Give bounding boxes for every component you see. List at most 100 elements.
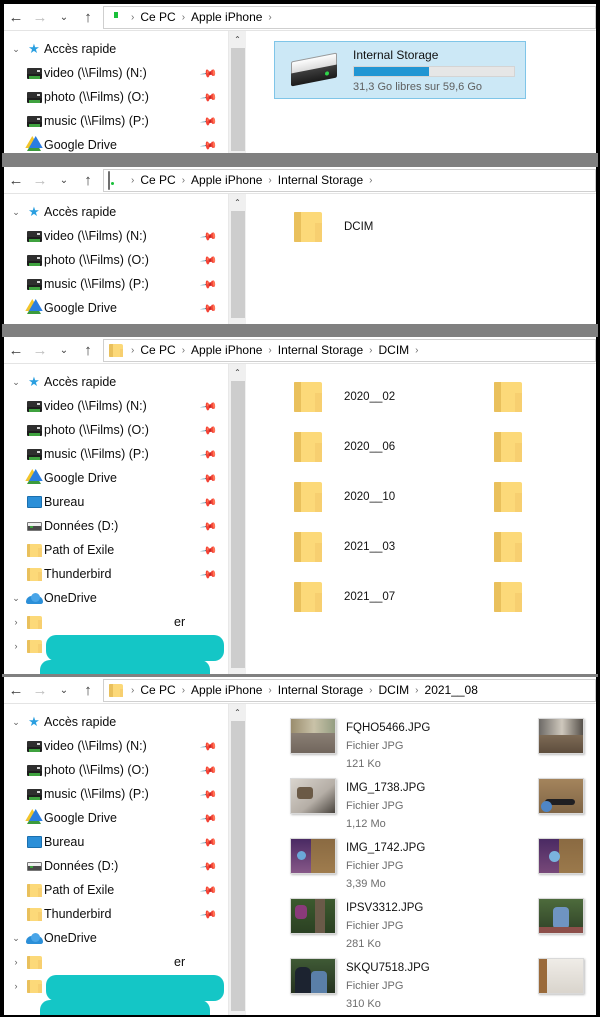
pin-icon[interactable]: 📌 (200, 64, 219, 82)
navigation-scrollbar[interactable]: ⌃ (228, 31, 246, 153)
recent-locations-button[interactable]: ⌄ (52, 5, 76, 29)
pin-icon[interactable]: 📌 (200, 88, 219, 106)
sidebar-item-onedrive-child[interactable]: › er (4, 610, 228, 634)
navigation-scrollbar[interactable]: ⌃ (228, 194, 246, 324)
sidebar-item-thunderbird[interactable]: Thunderbird 📌 (4, 562, 228, 586)
up-button[interactable]: ↑ (76, 168, 100, 192)
back-button[interactable]: ← (4, 168, 28, 192)
scroll-up-button[interactable]: ⌃ (229, 364, 246, 381)
navigation-scrollbar[interactable]: ⌃ (228, 364, 246, 674)
chevron-down-icon[interactable]: ⌄ (8, 377, 24, 387)
pin-icon[interactable]: 📌 (200, 493, 219, 511)
chevron-down-icon[interactable]: ⌄ (8, 44, 24, 54)
scrollbar-thumb[interactable] (231, 48, 245, 151)
scroll-up-button[interactable]: ⌃ (229, 194, 246, 211)
pin-icon[interactable]: 📌 (200, 737, 219, 755)
folder-item[interactable]: 2021__07 (294, 582, 395, 612)
breadcrumb-item[interactable]: DCIM (378, 683, 411, 697)
sidebar-item-music[interactable]: music (\\Films) (P:) 📌 (4, 442, 228, 466)
pin-icon[interactable]: 📌 (200, 881, 219, 899)
file-list-item-partial[interactable] (538, 958, 584, 994)
forward-button[interactable]: → (28, 168, 52, 192)
forward-button[interactable]: → (28, 678, 52, 702)
sidebar-item-bureau[interactable]: Bureau 📌 (4, 830, 228, 854)
pin-icon[interactable]: 📌 (200, 809, 219, 827)
folder-item[interactable]: 2021__03 (294, 532, 395, 562)
folder-item-partial[interactable] (494, 482, 522, 512)
breadcrumb-item[interactable]: Apple iPhone (190, 343, 263, 357)
sidebar-item-path-of-exile[interactable]: Path of Exile 📌 (4, 878, 228, 902)
breadcrumb-item[interactable]: Ce PC (139, 10, 176, 24)
pin-icon[interactable]: 📌 (200, 517, 219, 535)
sidebar-group-onedrive[interactable]: ⌄ OneDrive (4, 586, 228, 610)
sidebar-item-video[interactable]: video (\\Films) (N:) 📌 (4, 394, 228, 418)
sidebar-item-google-drive[interactable]: Google Drive 📌 (4, 296, 228, 320)
up-button[interactable]: ↑ (76, 5, 100, 29)
file-list-item-partial[interactable] (538, 838, 584, 874)
chevron-right-icon[interactable]: › (8, 957, 24, 967)
pin-icon[interactable]: 📌 (200, 785, 219, 803)
pin-icon[interactable]: 📌 (200, 857, 219, 875)
sidebar-item-bureau[interactable]: Bureau 📌 (4, 490, 228, 514)
sidebar-item-thunderbird[interactable]: Thunderbird 📌 (4, 902, 228, 926)
chevron-down-icon[interactable]: ⌄ (8, 593, 24, 603)
sidebar-item-photo[interactable]: photo (\\Films) (O:) 📌 (4, 248, 228, 272)
recent-locations-button[interactable]: ⌄ (52, 338, 76, 362)
pin-icon[interactable]: 📌 (200, 905, 219, 923)
sidebar-item-video[interactable]: video (\\Films) (N:) 📌 (4, 224, 228, 248)
breadcrumb-item-current[interactable]: 2021__08 (424, 683, 479, 697)
file-list-item-partial[interactable] (538, 778, 584, 814)
file-list-item[interactable]: FQHO5466.JPG Fichier JPG 121 Ko (290, 718, 430, 772)
scroll-up-button[interactable]: ⌃ (229, 704, 246, 721)
pin-icon[interactable]: 📌 (200, 761, 219, 779)
breadcrumb-item[interactable]: Apple iPhone (190, 683, 263, 697)
recent-locations-button[interactable]: ⌄ (52, 168, 76, 192)
sidebar-item-photo[interactable]: photo (\\Films) (O:) 📌 (4, 418, 228, 442)
sidebar-item-music[interactable]: music (\\Films) (P:) 📌 (4, 109, 228, 133)
pin-icon[interactable]: 📌 (200, 275, 219, 293)
pin-icon[interactable]: 📌 (200, 421, 219, 439)
address-bar[interactable]: › Ce PC › Apple iPhone › (103, 5, 596, 29)
sidebar-item-music[interactable]: music (\\Films) (P:) 📌 (4, 272, 228, 296)
breadcrumb-item[interactable]: Apple iPhone (190, 173, 263, 187)
back-button[interactable]: ← (4, 678, 28, 702)
pin-icon[interactable]: 📌 (200, 251, 219, 269)
scrollbar-thumb[interactable] (231, 381, 245, 668)
chevron-down-icon[interactable]: ⌄ (8, 207, 24, 217)
breadcrumb-item[interactable]: DCIM (378, 343, 411, 357)
file-list-item[interactable]: IPSV3312.JPG Fichier JPG 281 Ko (290, 898, 423, 952)
file-list-item[interactable]: IMG_1742.JPG Fichier JPG 3,39 Mo (290, 838, 425, 892)
recent-locations-button[interactable]: ⌄ (52, 678, 76, 702)
folder-item-partial[interactable] (494, 382, 522, 412)
address-bar[interactable]: › Ce PC › Apple iPhone › Internal Storag… (103, 338, 596, 362)
sidebar-item-video[interactable]: video (\\Films) (N:) 📌 (4, 734, 228, 758)
sidebar-group-quick-access[interactable]: ⌄ ★ Accès rapide (4, 370, 228, 394)
navigation-scrollbar[interactable]: ⌃ (228, 704, 246, 1015)
pin-icon[interactable]: 📌 (200, 299, 219, 317)
pin-icon[interactable]: 📌 (200, 445, 219, 463)
folder-item-partial[interactable] (494, 432, 522, 462)
address-bar[interactable]: › Ce PC › Apple iPhone › Internal Storag… (103, 168, 596, 192)
sidebar-item-path-of-exile[interactable]: Path of Exile 📌 (4, 538, 228, 562)
pin-icon[interactable]: 📌 (200, 833, 219, 851)
sidebar-item-photo[interactable]: photo (\\Films) (O:) 📌 (4, 758, 228, 782)
breadcrumb-item[interactable]: Ce PC (139, 343, 176, 357)
folder-item[interactable]: 2020__02 (294, 382, 395, 412)
sidebar-group-quick-access[interactable]: ⌄ ★ Accès rapide (4, 37, 228, 61)
pin-icon[interactable]: 📌 (200, 541, 219, 559)
sidebar-item-donnees[interactable]: Données (D:) 📌 (4, 854, 228, 878)
chevron-right-icon[interactable]: › (8, 641, 24, 651)
folder-item[interactable]: 2020__06 (294, 432, 395, 462)
sidebar-group-quick-access[interactable]: ⌄ ★ Accès rapide (4, 200, 228, 224)
sidebar-group-onedrive[interactable]: ⌄ OneDrive (4, 926, 228, 950)
chevron-right-icon[interactable]: › (8, 617, 24, 627)
sidebar-item-onedrive-child[interactable]: › er (4, 950, 228, 974)
pin-icon[interactable]: 📌 (200, 397, 219, 415)
sidebar-item-google-drive[interactable]: Google Drive 📌 (4, 133, 228, 153)
forward-button[interactable]: → (28, 5, 52, 29)
sidebar-item-google-drive[interactable]: Google Drive 📌 (4, 806, 228, 830)
back-button[interactable]: ← (4, 338, 28, 362)
scroll-up-button[interactable]: ⌃ (229, 31, 246, 48)
pin-icon[interactable]: 📌 (200, 227, 219, 245)
file-list-item[interactable]: IMG_1738.JPG Fichier JPG 1,12 Mo (290, 778, 425, 832)
